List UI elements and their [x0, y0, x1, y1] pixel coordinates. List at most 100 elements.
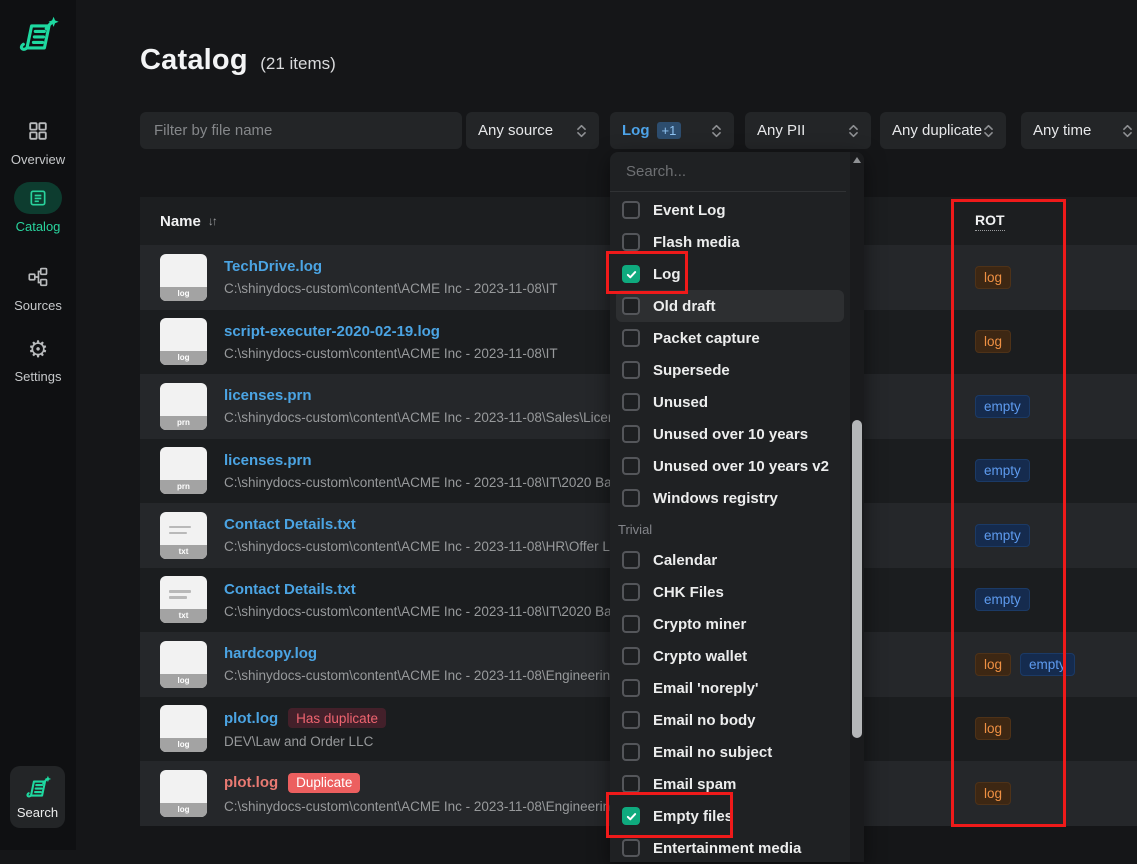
rot-cell: empty: [975, 524, 1030, 547]
network-icon: [14, 262, 62, 292]
dropdown-option[interactable]: Old draft: [616, 290, 844, 322]
sidebar-item-settings[interactable]: ⚙ Settings: [0, 334, 76, 384]
grid-icon: [14, 116, 62, 146]
file-name-link[interactable]: licenses.prn: [224, 387, 312, 404]
dropdown-option-label: Unused: [653, 394, 708, 411]
sort-icon[interactable]: ↓↑: [208, 214, 216, 228]
dropdown-option[interactable]: Entertainment media: [616, 832, 844, 864]
checkbox-icon[interactable]: [622, 839, 640, 857]
file-name-link[interactable]: TechDrive.log: [224, 258, 322, 275]
column-header-rot[interactable]: ROT: [975, 212, 1005, 231]
sidebar-item-sources[interactable]: Sources: [0, 262, 76, 313]
dropdown-option[interactable]: Email spam: [616, 768, 844, 800]
scrollbar-thumb[interactable]: [852, 420, 862, 738]
rot-cell: empty: [975, 395, 1030, 418]
dropdown-option-label: Supersede: [653, 362, 730, 379]
checkbox-checked-icon[interactable]: [622, 265, 640, 283]
file-name-link[interactable]: plot.log: [224, 710, 278, 727]
dropdown-option[interactable]: Windows registry: [616, 482, 844, 514]
dropdown-option[interactable]: Email 'noreply': [616, 672, 844, 704]
rot-badge-empty: empty: [1020, 653, 1075, 676]
checkbox-icon[interactable]: [622, 425, 640, 443]
dropdown-option-label: Log: [653, 266, 681, 283]
dropdown-option[interactable]: Email no subject: [616, 736, 844, 768]
column-header-name[interactable]: Name: [160, 213, 201, 230]
rot-cell: log: [975, 782, 1011, 805]
dropdown-option-label: Unused over 10 years v2: [653, 458, 829, 475]
file-path: C:\shinydocs-custom\content\ACME Inc - 2…: [224, 346, 558, 361]
file-extension-label: log: [160, 287, 207, 301]
rot-badge-empty: empty: [975, 395, 1030, 418]
file-extension-label: log: [160, 674, 207, 688]
rot-cell: logempty: [975, 653, 1075, 676]
file-name-link[interactable]: script-executer-2020-02-19.log: [224, 323, 440, 340]
checkbox-icon[interactable]: [622, 583, 640, 601]
sidebar-item-overview[interactable]: Overview: [0, 116, 76, 167]
checkbox-checked-icon[interactable]: [622, 807, 640, 825]
chevron-updown-icon: [983, 123, 994, 139]
checkbox-icon[interactable]: [622, 297, 640, 315]
scrollbar-up-arrow-icon[interactable]: [853, 157, 861, 163]
sidebar-item-catalog[interactable]: Catalog: [0, 182, 76, 234]
dropdown-option[interactable]: Calendar: [616, 544, 844, 576]
checkbox-icon[interactable]: [622, 551, 640, 569]
chevron-updown-icon: [848, 123, 859, 139]
file-icon: log: [160, 254, 207, 301]
checkbox-icon[interactable]: [622, 393, 640, 411]
rot-filter-dropdown[interactable]: Log +1: [610, 112, 734, 149]
file-name-link[interactable]: licenses.prn: [224, 452, 312, 469]
time-filter-dropdown[interactable]: Any time: [1021, 112, 1137, 149]
file-extension-label: txt: [160, 545, 207, 559]
rot-cell: log: [975, 717, 1011, 740]
dropdown-option-label: Email 'noreply': [653, 680, 759, 697]
rot-badge-empty: empty: [975, 524, 1030, 547]
checkbox-icon[interactable]: [622, 361, 640, 379]
dropdown-scrollbar[interactable]: [850, 152, 864, 862]
dropdown-option[interactable]: Event Log: [616, 194, 844, 226]
dropdown-option[interactable]: Crypto miner: [616, 608, 844, 640]
dropdown-option-label: Windows registry: [653, 490, 778, 507]
dropdown-option-label: Calendar: [653, 552, 717, 569]
sidebar-item-label: Catalog: [0, 219, 76, 234]
duplicate-filter-dropdown[interactable]: Any duplicate: [880, 112, 1006, 149]
file-path: C:\shinydocs-custom\content\ACME Inc - 2…: [224, 281, 558, 296]
rot-filter-search-input[interactable]: [610, 152, 846, 192]
dropdown-option[interactable]: Unused over 10 years v2: [616, 450, 844, 482]
rot-badge-log: log: [975, 717, 1011, 740]
dropdown-option[interactable]: CHK Files: [616, 576, 844, 608]
file-path: C:\shinydocs-custom\content\ACME Inc - 2…: [224, 668, 653, 683]
dropdown-option[interactable]: Packet capture: [616, 322, 844, 354]
checkbox-icon[interactable]: [622, 329, 640, 347]
file-name-filter-input[interactable]: [140, 112, 462, 149]
checkbox-icon[interactable]: [622, 489, 640, 507]
file-name-link[interactable]: Contact Details.txt: [224, 581, 356, 598]
checkbox-icon[interactable]: [622, 647, 640, 665]
file-name-link[interactable]: Contact Details.txt: [224, 516, 356, 533]
dropdown-option[interactable]: Email no body: [616, 704, 844, 736]
file-name-link[interactable]: plot.log: [224, 774, 278, 791]
dropdown-option[interactable]: Log: [616, 258, 844, 290]
checkbox-icon[interactable]: [622, 679, 640, 697]
checkbox-icon[interactable]: [622, 775, 640, 793]
search-button[interactable]: Search: [10, 766, 65, 828]
checkbox-icon[interactable]: [622, 457, 640, 475]
file-icon: prn: [160, 447, 207, 494]
dropdown-option[interactable]: Crypto wallet: [616, 640, 844, 672]
rot-badge-log: log: [975, 330, 1011, 353]
checkbox-icon[interactable]: [622, 615, 640, 633]
dropdown-option-label: Packet capture: [653, 330, 760, 347]
checkbox-icon[interactable]: [622, 743, 640, 761]
file-name-link[interactable]: hardcopy.log: [224, 645, 317, 662]
dropdown-option[interactable]: Supersede: [616, 354, 844, 386]
dropdown-option[interactable]: Flash media: [616, 226, 844, 258]
checkbox-icon[interactable]: [622, 711, 640, 729]
dropdown-option[interactable]: Unused: [616, 386, 844, 418]
pii-filter-dropdown[interactable]: Any PII: [745, 112, 871, 149]
file-extension-label: log: [160, 803, 207, 817]
checkbox-icon[interactable]: [622, 233, 640, 251]
source-filter-dropdown[interactable]: Any source: [466, 112, 599, 149]
checkbox-icon[interactable]: [622, 201, 640, 219]
dropdown-option[interactable]: Unused over 10 years: [616, 418, 844, 450]
dropdown-option[interactable]: Empty files: [616, 800, 844, 832]
sidebar-item-label: Settings: [0, 369, 76, 384]
